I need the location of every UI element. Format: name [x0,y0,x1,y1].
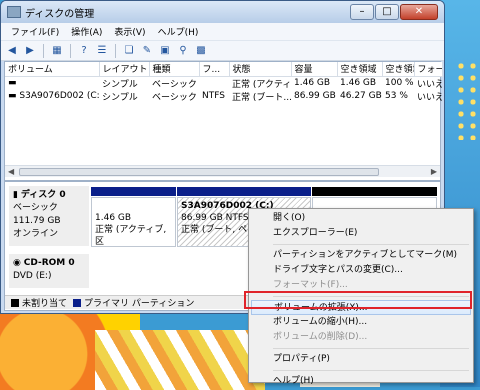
volume-table: ボリューム レイアウト 種類 フ... 状態 容量 空き領域 空き領域 フォー … [5,62,443,103]
disk0-status: オンライン [13,229,59,239]
window-title: ディスクの管理 [25,8,95,20]
primary-legend-swatch [73,298,82,307]
help-icon[interactable]: ? [77,44,91,57]
menu-help[interactable]: ヘルプ(H) [152,25,205,38]
cdrom-label[interactable]: ◉ CD-ROM 0 DVD (E:) [9,254,89,288]
table-cell: 正常 (ブート... [232,92,291,103]
table-cell: ▬ [5,76,99,90]
menu-separator [273,348,469,349]
column-header[interactable]: ボリューム [5,62,100,77]
column-header[interactable]: 容量 [291,62,338,77]
menu-item-delete: ボリュームの削除(D)... [273,332,368,342]
column-header[interactable]: フォー [414,62,443,77]
menu-file[interactable]: ファイル(F) [5,25,65,38]
partition1-status: 正常 (アクティブ, 区 [95,225,167,247]
toolbar: ◀ ▶ ▦ ? ☰ ❏ ✎ ▣ ⚲ ▩ [1,41,444,61]
table-cell: 1.46 GB [340,78,377,88]
desktop-bg-stripes [95,330,265,390]
table-row[interactable]: ▬ シンプル ベーシック 正常 (アクティ... 1.46 GB 1.46 GB… [5,76,442,90]
horizontal-scrollbar[interactable]: ◀ ▶ [5,165,440,177]
menu-separator [273,370,469,371]
unallocated-header [312,187,437,196]
partition1-size: 1.46 GB [95,213,132,223]
list-icon[interactable]: ☰ [95,44,109,57]
scroll-left-icon[interactable]: ◀ [8,167,14,176]
desktop-bg-dots [455,60,480,140]
partition2-header [177,187,311,196]
toolbar-separator [43,43,44,58]
maximize-button[interactable]: □ [375,4,399,20]
properties-icon[interactable]: ▩ [194,44,208,57]
menu-item-mark-active[interactable]: パーティションをアクティブとしてマーク(M) [251,248,471,263]
disk0-type: ベーシック [13,203,58,213]
table-row[interactable]: ▬ S3A9076D002 (C:) シンプル ベーシック NTFS 正常 (ブ… [5,90,442,103]
cdrom-name: CD-ROM 0 [23,258,75,268]
table-cell: シンプル [102,92,138,103]
table-cell: 53 % [385,91,408,101]
title-bar[interactable]: ディスクの管理 – □ ✕ [1,1,444,23]
forward-icon[interactable]: ▶ [23,44,37,57]
disk0-size: 111.79 GB [13,216,61,226]
table-cell: いいえ [417,92,442,103]
column-header[interactable]: 空き領域 [382,62,415,77]
table-cell: 86.99 GB [294,91,336,101]
scroll-right-icon[interactable]: ▶ [431,167,437,176]
partition1[interactable]: 1.46 GB 正常 (アクティブ, 区 [91,197,176,247]
search-icon[interactable]: ⚲ [176,44,190,57]
scrollbar-thumb[interactable] [19,168,379,176]
table-header: ボリューム レイアウト 種類 フ... 状態 容量 空き領域 空き領域 フォー [5,62,443,77]
disk0-label[interactable]: ▮ ディスク 0 ベーシック 111.79 GB オンライン [9,186,89,246]
table-cell: いいえ [417,79,442,90]
new-icon[interactable]: ❏ [122,44,136,57]
column-header[interactable]: 空き領域 [337,62,383,77]
column-header[interactable]: フ... [199,62,230,77]
menu-action[interactable]: 操作(A) [65,25,108,38]
back-icon[interactable]: ◀ [5,44,19,57]
view-icon[interactable]: ▦ [50,44,64,57]
menu-separator [273,244,469,245]
menu-item-open[interactable]: 開く(O) [251,211,471,226]
menu-item-shrink[interactable]: ボリュームの縮小(H)... [251,315,471,330]
disk-management-icon [7,6,21,18]
partition1-header [91,187,176,196]
column-header[interactable]: 種類 [149,62,200,77]
menu-item-properties[interactable]: プロパティ(P) [251,352,471,367]
volume-icon: ▬ [8,91,20,101]
column-header[interactable]: 状態 [229,62,292,77]
open-icon[interactable]: ✎ [140,44,154,57]
table-cell: シンプル [102,79,138,90]
table-cell [199,76,229,90]
disk-icon: ▮ [13,190,21,200]
table-cell: 1.46 GB [294,78,331,88]
table-cell: ベーシック [152,92,197,103]
minimize-button[interactable]: – [350,4,374,20]
folder-icon[interactable]: ▣ [158,44,172,57]
unallocated-legend-swatch [11,298,19,307]
legend-unallocated: 未割り当て [22,299,68,309]
table-cell: ▬ S3A9076D002 (C:) [8,91,99,101]
toolbar-separator [115,43,116,58]
volume-icon: ▬ [8,78,17,88]
cdrom-icon: ◉ [13,258,24,268]
table-cell: 正常 (アクティ... [232,79,291,90]
table-cell: ベーシック [152,79,197,90]
menu-item-change-letter[interactable]: ドライブ文字とパスの変更(C)... [251,263,471,278]
close-button[interactable]: ✕ [400,4,438,20]
menu-view[interactable]: 表示(V) [108,25,151,38]
table-cell: 100 % [385,78,414,88]
table-cell: NTFS [202,91,225,101]
toolbar-separator [70,43,71,58]
column-header[interactable]: レイアウト [99,62,150,77]
menu-bar: ファイル(F) 操作(A) 表示(V) ヘルプ(H) [1,23,444,41]
table-cell: 46.27 GB [340,91,382,101]
highlight-box [244,291,472,309]
menu-item-explore[interactable]: エクスプローラー(E) [251,226,471,241]
cdrom-drive: DVD (E:) [13,271,52,281]
disk0-name: ディスク 0 [20,190,66,200]
legend-primary: プライマリ パーティション [84,299,195,309]
